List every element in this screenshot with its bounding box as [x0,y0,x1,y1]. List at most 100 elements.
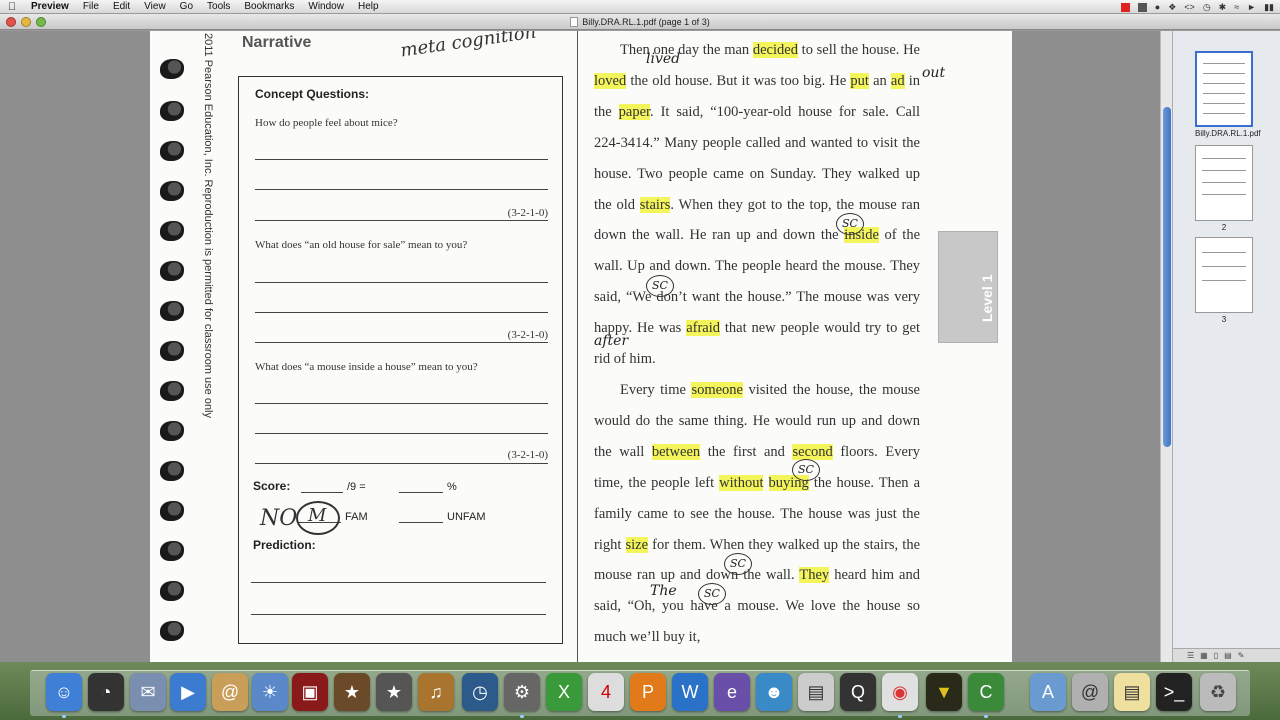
mail-icon[interactable]: ✉ [130,673,166,711]
spiral-ring [160,261,184,281]
thumbnail-image [1195,51,1253,127]
story-run: the old house. But it was too big. He [626,72,851,89]
code-icon[interactable]: <> [1184,2,1195,12]
menubar:  Preview File Edit View Go Tools Bookma… [0,0,1280,14]
copyright-text: 2011 Pearson Education, Inc. Reproductio… [202,33,214,418]
page-view-icon[interactable]: ▯ [1214,651,1218,660]
word-icon[interactable]: W [672,673,708,711]
address-book-icon[interactable]: @ [212,673,248,711]
highlighted-word: without [719,474,764,491]
terminal-icon[interactable]: >_ [1156,673,1192,711]
minimize-button[interactable] [21,17,31,27]
imovie-icon[interactable]: ★ [334,673,370,711]
record-icon[interactable] [1120,2,1130,12]
dashboard-icon[interactable]: ◔ [88,673,124,711]
applications-folder-icon[interactable]: A [1030,673,1066,711]
answer-line [255,282,548,283]
facetime-icon[interactable]: ▶ [170,673,206,711]
scrollbar-thumb[interactable] [1163,107,1171,447]
highlighted-word: They [799,567,830,584]
story-paragraph-1: Then one day the man decided to sell the… [594,35,920,375]
photo-booth-icon[interactable]: ▣ [292,673,328,711]
spiral-ring [160,221,184,241]
menu-edit[interactable]: Edit [106,0,137,14]
downloads-stack-icon[interactable]: @ [1072,673,1108,711]
sync-icon[interactable]: ● [1155,2,1160,12]
entourage-icon[interactable]: e [714,673,750,711]
chrome-icon[interactable]: ◉ [882,673,918,711]
trash-icon[interactable]: ♻ [1200,673,1236,711]
idvd-icon[interactable]: ★ [376,673,412,711]
concept-questions-box: Concept Questions: How do people feel ab… [238,76,563,644]
time-machine-dock-icon[interactable]: ◷ [462,673,498,711]
concept-heading: Concept Questions: [255,87,370,101]
menu-bookmarks[interactable]: Bookmarks [237,0,301,14]
highlighted-word: someone [691,381,743,398]
column-divider [577,31,578,662]
level-label: Level 1 [979,274,995,322]
list-view-icon[interactable]: ☰ [1187,651,1194,660]
documents-stack-icon[interactable]: ▤ [1114,673,1150,711]
camtasia-icon[interactable]: C [968,673,1004,711]
powerpoint-icon[interactable]: P [630,673,666,711]
thumbnail-view-icon[interactable]: ▤ [1224,651,1232,660]
quicktime-icon[interactable]: Q [840,673,876,711]
calendar-icon[interactable]: 4 [588,673,624,711]
copyright-note: 2011 Pearson Education, Inc. Reproductio… [202,33,216,433]
running-indicator [984,715,988,718]
battery-icon[interactable]: ▮▮ [1264,2,1274,13]
zoom-button[interactable] [36,17,46,27]
page-thumbnail-1[interactable]: Billy.DRA.RL.1.pdf [1195,51,1261,138]
page-thumbnail-3[interactable]: 3 [1195,237,1253,324]
dropbox-icon[interactable]: ❖ [1168,2,1176,13]
apple-menu-icon[interactable]:  [0,1,24,13]
question-3: What does “a mouse inside a house” mean … [255,361,478,373]
section-title: Narrative [242,34,312,51]
grid-view-icon[interactable]: ▦ [1200,651,1208,660]
dock-shelf: ☺ ◔ ✉ ▶ @ ☀ ▣ ★ ★ ♫ ◷ ⚙ X 4 P W e ☻ ▤ Q … [30,670,1250,718]
app-status-icon[interactable] [1137,2,1147,12]
answer-line [255,403,548,404]
highlighted-word: between [651,443,701,460]
page-thumbnail-2[interactable]: 2 [1195,145,1253,232]
window-title: Billy.DRA.RL.1.pdf (page 1 of 3) [582,17,710,27]
iphoto-icon[interactable]: ☀ [252,673,288,711]
menu-file[interactable]: File [76,0,106,14]
menu-go[interactable]: Go [173,0,200,14]
running-indicator [520,715,524,718]
close-button[interactable] [6,17,16,27]
shield-app-icon[interactable]: ▼ [926,673,962,711]
answer-line [255,342,548,343]
wifi-icon[interactable]: ≈ [1234,2,1239,12]
menu-preview[interactable]: Preview [24,0,76,14]
time-machine-icon[interactable]: ◷ [1203,2,1211,13]
story-run: Every time [620,381,692,398]
running-indicator [898,715,902,718]
annotate-icon[interactable]: ✎ [1238,651,1245,660]
prediction-circle: M [296,501,340,535]
document-icon[interactable]: ▤ [798,673,834,711]
garageband-icon[interactable]: ♫ [418,673,454,711]
excel-icon[interactable]: X [546,673,582,711]
answer-line [255,220,548,221]
messenger-icon[interactable]: ☻ [756,673,792,711]
window-controls [6,17,46,27]
story-run: Then one day the man [620,42,753,58]
status-menu-area: ● ❖ <> ◷ ✱ ≈ ► ▮▮ [1120,0,1274,14]
menu-window[interactable]: Window [301,0,351,14]
volume-icon[interactable]: ► [1247,2,1256,12]
vertical-scrollbar[interactable] [1160,31,1172,662]
document-view[interactable]: 2011 Pearson Education, Inc. Reproductio… [0,31,1160,662]
bluetooth-icon[interactable]: ✱ [1219,2,1227,13]
thumbnail-image [1195,237,1253,313]
menu-tools[interactable]: Tools [200,0,237,14]
finder-icon[interactable]: ☺ [46,673,82,711]
system-preferences-icon[interactable]: ⚙ [504,673,540,711]
menu-view[interactable]: View [137,0,173,14]
menu-help[interactable]: Help [351,0,386,14]
highlighted-word: decided [752,42,798,58]
story-text: Then one day the man decided to sell the… [594,35,920,653]
dock: ☺ ◔ ✉ ▶ @ ☀ ▣ ★ ★ ♫ ◷ ⚙ X 4 P W e ☻ ▤ Q … [0,662,1280,720]
self-correction-mark: SC [698,583,726,605]
handwritten-the: The [650,583,677,599]
